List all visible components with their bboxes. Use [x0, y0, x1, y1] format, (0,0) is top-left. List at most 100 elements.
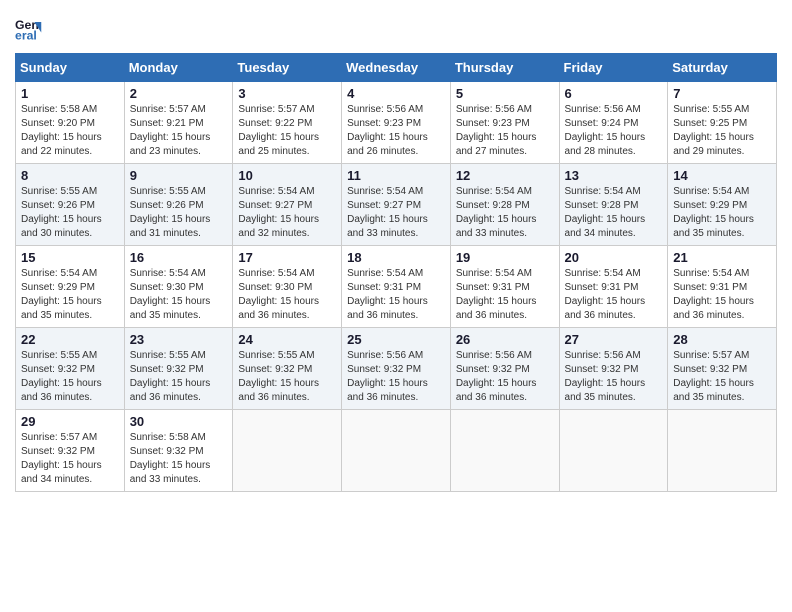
calendar-cell: 20 Sunrise: 5:54 AM Sunset: 9:31 PM Dayl… — [559, 246, 668, 328]
calendar-cell: 10 Sunrise: 5:54 AM Sunset: 9:27 PM Dayl… — [233, 164, 342, 246]
day-info: Sunrise: 5:57 AM Sunset: 9:22 PM Dayligh… — [238, 103, 336, 159]
day-number: 29 — [21, 414, 119, 429]
calendar-cell: 30 Sunrise: 5:58 AM Sunset: 9:32 PM Dayl… — [124, 410, 233, 492]
calendar-cell: 9 Sunrise: 5:55 AM Sunset: 9:26 PM Dayli… — [124, 164, 233, 246]
day-info: Sunrise: 5:55 AM Sunset: 9:26 PM Dayligh… — [21, 185, 119, 241]
page-header: Gen eral — [15, 15, 777, 43]
day-info: Sunrise: 5:57 AM Sunset: 9:32 PM Dayligh… — [21, 431, 119, 487]
day-info: Sunrise: 5:54 AM Sunset: 9:30 PM Dayligh… — [238, 267, 336, 323]
day-number: 9 — [130, 168, 228, 183]
calendar-cell: 21 Sunrise: 5:54 AM Sunset: 9:31 PM Dayl… — [668, 246, 777, 328]
day-info: Sunrise: 5:54 AM Sunset: 9:29 PM Dayligh… — [21, 267, 119, 323]
calendar-cell: 2 Sunrise: 5:57 AM Sunset: 9:21 PM Dayli… — [124, 82, 233, 164]
calendar-cell: 15 Sunrise: 5:54 AM Sunset: 9:29 PM Dayl… — [16, 246, 125, 328]
weekday-header-wednesday: Wednesday — [342, 54, 451, 82]
calendar-cell: 22 Sunrise: 5:55 AM Sunset: 9:32 PM Dayl… — [16, 328, 125, 410]
day-info: Sunrise: 5:54 AM Sunset: 9:30 PM Dayligh… — [130, 267, 228, 323]
calendar-cell: 25 Sunrise: 5:56 AM Sunset: 9:32 PM Dayl… — [342, 328, 451, 410]
day-number: 23 — [130, 332, 228, 347]
day-number: 20 — [565, 250, 663, 265]
day-number: 2 — [130, 86, 228, 101]
calendar-cell: 23 Sunrise: 5:55 AM Sunset: 9:32 PM Dayl… — [124, 328, 233, 410]
day-number: 24 — [238, 332, 336, 347]
calendar-cell: 1 Sunrise: 5:58 AM Sunset: 9:20 PM Dayli… — [16, 82, 125, 164]
calendar-cell: 17 Sunrise: 5:54 AM Sunset: 9:30 PM Dayl… — [233, 246, 342, 328]
day-info: Sunrise: 5:54 AM Sunset: 9:31 PM Dayligh… — [673, 267, 771, 323]
week-row-5: 29 Sunrise: 5:57 AM Sunset: 9:32 PM Dayl… — [16, 410, 777, 492]
weekday-header-sunday: Sunday — [16, 54, 125, 82]
weekday-header-row: SundayMondayTuesdayWednesdayThursdayFrid… — [16, 54, 777, 82]
day-info: Sunrise: 5:55 AM Sunset: 9:32 PM Dayligh… — [238, 349, 336, 405]
day-number: 21 — [673, 250, 771, 265]
day-info: Sunrise: 5:55 AM Sunset: 9:32 PM Dayligh… — [130, 349, 228, 405]
svg-text:eral: eral — [15, 29, 37, 43]
day-info: Sunrise: 5:56 AM Sunset: 9:32 PM Dayligh… — [456, 349, 554, 405]
day-info: Sunrise: 5:56 AM Sunset: 9:24 PM Dayligh… — [565, 103, 663, 159]
logo-icon: Gen eral — [15, 15, 43, 43]
calendar-cell: 4 Sunrise: 5:56 AM Sunset: 9:23 PM Dayli… — [342, 82, 451, 164]
day-number: 16 — [130, 250, 228, 265]
logo: Gen eral — [15, 15, 47, 43]
week-row-4: 22 Sunrise: 5:55 AM Sunset: 9:32 PM Dayl… — [16, 328, 777, 410]
day-info: Sunrise: 5:54 AM Sunset: 9:28 PM Dayligh… — [565, 185, 663, 241]
weekday-header-saturday: Saturday — [668, 54, 777, 82]
weekday-header-tuesday: Tuesday — [233, 54, 342, 82]
calendar-cell: 14 Sunrise: 5:54 AM Sunset: 9:29 PM Dayl… — [668, 164, 777, 246]
day-number: 13 — [565, 168, 663, 183]
day-number: 14 — [673, 168, 771, 183]
day-number: 18 — [347, 250, 445, 265]
day-number: 15 — [21, 250, 119, 265]
calendar-cell — [450, 410, 559, 492]
calendar-cell: 19 Sunrise: 5:54 AM Sunset: 9:31 PM Dayl… — [450, 246, 559, 328]
calendar-cell — [233, 410, 342, 492]
day-info: Sunrise: 5:54 AM Sunset: 9:29 PM Dayligh… — [673, 185, 771, 241]
calendar-cell: 29 Sunrise: 5:57 AM Sunset: 9:32 PM Dayl… — [16, 410, 125, 492]
calendar-cell: 28 Sunrise: 5:57 AM Sunset: 9:32 PM Dayl… — [668, 328, 777, 410]
calendar-cell — [342, 410, 451, 492]
calendar-cell: 12 Sunrise: 5:54 AM Sunset: 9:28 PM Dayl… — [450, 164, 559, 246]
day-number: 3 — [238, 86, 336, 101]
day-number: 4 — [347, 86, 445, 101]
day-info: Sunrise: 5:57 AM Sunset: 9:32 PM Dayligh… — [673, 349, 771, 405]
calendar-cell: 27 Sunrise: 5:56 AM Sunset: 9:32 PM Dayl… — [559, 328, 668, 410]
calendar-cell: 24 Sunrise: 5:55 AM Sunset: 9:32 PM Dayl… — [233, 328, 342, 410]
calendar-cell: 18 Sunrise: 5:54 AM Sunset: 9:31 PM Dayl… — [342, 246, 451, 328]
day-number: 30 — [130, 414, 228, 429]
day-info: Sunrise: 5:58 AM Sunset: 9:32 PM Dayligh… — [130, 431, 228, 487]
day-number: 12 — [456, 168, 554, 183]
week-row-3: 15 Sunrise: 5:54 AM Sunset: 9:29 PM Dayl… — [16, 246, 777, 328]
day-info: Sunrise: 5:56 AM Sunset: 9:32 PM Dayligh… — [347, 349, 445, 405]
day-info: Sunrise: 5:57 AM Sunset: 9:21 PM Dayligh… — [130, 103, 228, 159]
day-number: 17 — [238, 250, 336, 265]
calendar-cell: 26 Sunrise: 5:56 AM Sunset: 9:32 PM Dayl… — [450, 328, 559, 410]
calendar-cell: 11 Sunrise: 5:54 AM Sunset: 9:27 PM Dayl… — [342, 164, 451, 246]
calendar-cell: 7 Sunrise: 5:55 AM Sunset: 9:25 PM Dayli… — [668, 82, 777, 164]
day-number: 27 — [565, 332, 663, 347]
weekday-header-monday: Monday — [124, 54, 233, 82]
day-info: Sunrise: 5:55 AM Sunset: 9:32 PM Dayligh… — [21, 349, 119, 405]
calendar-cell: 16 Sunrise: 5:54 AM Sunset: 9:30 PM Dayl… — [124, 246, 233, 328]
day-number: 19 — [456, 250, 554, 265]
day-number: 8 — [21, 168, 119, 183]
day-number: 7 — [673, 86, 771, 101]
day-number: 1 — [21, 86, 119, 101]
day-info: Sunrise: 5:55 AM Sunset: 9:25 PM Dayligh… — [673, 103, 771, 159]
calendar-cell — [559, 410, 668, 492]
day-info: Sunrise: 5:54 AM Sunset: 9:27 PM Dayligh… — [238, 185, 336, 241]
day-info: Sunrise: 5:56 AM Sunset: 9:23 PM Dayligh… — [456, 103, 554, 159]
day-number: 22 — [21, 332, 119, 347]
week-row-1: 1 Sunrise: 5:58 AM Sunset: 9:20 PM Dayli… — [16, 82, 777, 164]
day-info: Sunrise: 5:55 AM Sunset: 9:26 PM Dayligh… — [130, 185, 228, 241]
day-info: Sunrise: 5:58 AM Sunset: 9:20 PM Dayligh… — [21, 103, 119, 159]
calendar-cell: 3 Sunrise: 5:57 AM Sunset: 9:22 PM Dayli… — [233, 82, 342, 164]
calendar-cell: 8 Sunrise: 5:55 AM Sunset: 9:26 PM Dayli… — [16, 164, 125, 246]
day-number: 25 — [347, 332, 445, 347]
day-info: Sunrise: 5:54 AM Sunset: 9:31 PM Dayligh… — [347, 267, 445, 323]
day-info: Sunrise: 5:56 AM Sunset: 9:32 PM Dayligh… — [565, 349, 663, 405]
calendar-cell: 6 Sunrise: 5:56 AM Sunset: 9:24 PM Dayli… — [559, 82, 668, 164]
calendar-table: SundayMondayTuesdayWednesdayThursdayFrid… — [15, 53, 777, 492]
calendar-cell — [668, 410, 777, 492]
calendar-cell: 5 Sunrise: 5:56 AM Sunset: 9:23 PM Dayli… — [450, 82, 559, 164]
day-info: Sunrise: 5:54 AM Sunset: 9:31 PM Dayligh… — [456, 267, 554, 323]
day-info: Sunrise: 5:54 AM Sunset: 9:31 PM Dayligh… — [565, 267, 663, 323]
